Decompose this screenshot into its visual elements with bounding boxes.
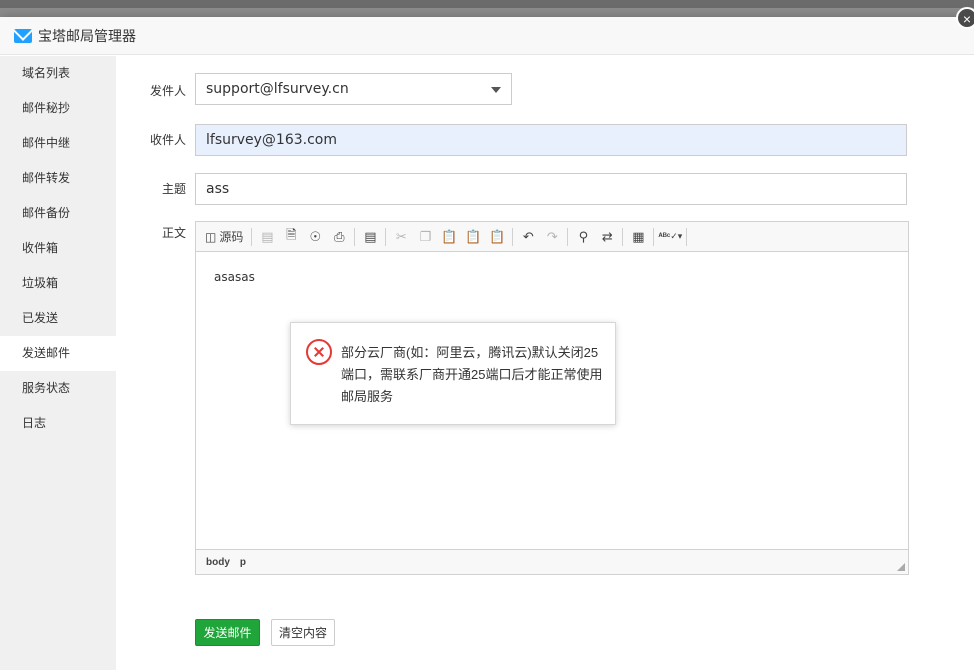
- paste-text-icon[interactable]: 📋: [462, 226, 484, 248]
- resize-handle-icon[interactable]: [897, 563, 905, 571]
- error-icon: [306, 339, 332, 365]
- toolbar-divider: [622, 227, 624, 246]
- toolbar-divider: [251, 227, 253, 246]
- status-path-p[interactable]: p: [240, 557, 246, 568]
- sidebar-item-relay[interactable]: 邮件中继: [0, 126, 116, 161]
- save-icon[interactable]: ▤: [256, 226, 278, 248]
- sidebar: 域名列表 邮件秘抄 邮件中继 邮件转发 邮件备份 收件箱 垃圾箱 已发送 发送邮…: [0, 56, 116, 670]
- body-label: 正文: [161, 226, 186, 240]
- sidebar-item-sent[interactable]: 已发送: [0, 301, 116, 336]
- source-icon: ◫: [205, 229, 217, 244]
- sender-value: support@lfsurvey.cn: [206, 81, 349, 97]
- spellcheck-icon[interactable]: ᴬᴮᶜ✓▾: [658, 226, 682, 248]
- source-button[interactable]: ◫ 源码: [201, 226, 247, 248]
- copy-icon[interactable]: ❐: [414, 226, 436, 248]
- dialog-titlebar: 宝塔邮局管理器: [0, 17, 974, 55]
- replace-icon[interactable]: ⇄: [596, 226, 618, 248]
- sidebar-item-forward[interactable]: 邮件转发: [0, 161, 116, 196]
- paste-icon[interactable]: 📋: [438, 226, 460, 248]
- select-all-icon[interactable]: ▦: [627, 226, 649, 248]
- dialog-title: 宝塔邮局管理器: [38, 27, 136, 44]
- source-label: 源码: [219, 230, 244, 244]
- sidebar-item-send-mail[interactable]: 发送邮件: [0, 336, 116, 371]
- recipient-label: 收件人: [149, 133, 186, 147]
- paste-word-icon[interactable]: 📋: [486, 226, 508, 248]
- background-topbar: [0, 0, 974, 8]
- editor-status-bar: body p: [196, 549, 908, 574]
- chevron-down-icon: [491, 87, 501, 93]
- sidebar-item-backup[interactable]: 邮件备份: [0, 196, 116, 231]
- redo-icon[interactable]: ↷: [541, 226, 563, 248]
- mail-icon: [14, 28, 32, 43]
- toolbar-divider: [653, 227, 655, 246]
- undo-icon[interactable]: ↶: [517, 226, 539, 248]
- toolbar-divider: [385, 227, 387, 246]
- cut-icon[interactable]: ✂: [390, 226, 412, 248]
- preview-icon[interactable]: ☉: [304, 226, 326, 248]
- sidebar-item-bcc[interactable]: 邮件秘抄: [0, 91, 116, 126]
- error-message-popup: 部分云厂商(如：阿里云，腾讯云)默认关闭25端口，需联系厂商开通25端口后才能正…: [290, 322, 616, 425]
- sidebar-item-inbox[interactable]: 收件箱: [0, 231, 116, 266]
- sender-label: 发件人: [149, 84, 186, 98]
- new-page-icon[interactable]: 🗎: [280, 226, 302, 248]
- close-icon[interactable]: ×: [956, 7, 974, 29]
- status-path-body[interactable]: body: [206, 557, 230, 568]
- sidebar-item-domains[interactable]: 域名列表: [0, 56, 116, 91]
- toolbar-divider: [512, 227, 514, 246]
- editor-toolbar: ◫ 源码 ▤ 🗎 ☉ ⎙ ▤ ✂ ❐ 📋 📋 📋 ↶ ↷ ⚲ ⇄ ▦ ᴬᴮᶜ✓▾: [196, 222, 908, 252]
- find-icon[interactable]: ⚲: [572, 226, 594, 248]
- toolbar-divider: [354, 227, 356, 246]
- recipient-input[interactable]: lfsurvey@163.com: [195, 124, 907, 156]
- toolbar-divider: [567, 227, 569, 246]
- send-mail-button[interactable]: 发送邮件: [195, 619, 260, 646]
- subject-input[interactable]: ass: [195, 173, 907, 205]
- subject-label: 主题: [161, 182, 186, 196]
- print-icon[interactable]: ⎙: [328, 226, 350, 248]
- toolbar-divider: [686, 227, 688, 246]
- clear-content-button[interactable]: 清空内容: [271, 619, 335, 646]
- sidebar-item-logs[interactable]: 日志: [0, 406, 116, 441]
- sender-select[interactable]: support@lfsurvey.cn: [195, 73, 512, 105]
- sidebar-item-spam[interactable]: 垃圾箱: [0, 266, 116, 301]
- sidebar-item-service-status[interactable]: 服务状态: [0, 371, 116, 406]
- error-message-text: 部分云厂商(如：阿里云，腾讯云)默认关闭25端口，需联系厂商开通25端口后才能正…: [341, 345, 603, 404]
- templates-icon[interactable]: ▤: [359, 226, 381, 248]
